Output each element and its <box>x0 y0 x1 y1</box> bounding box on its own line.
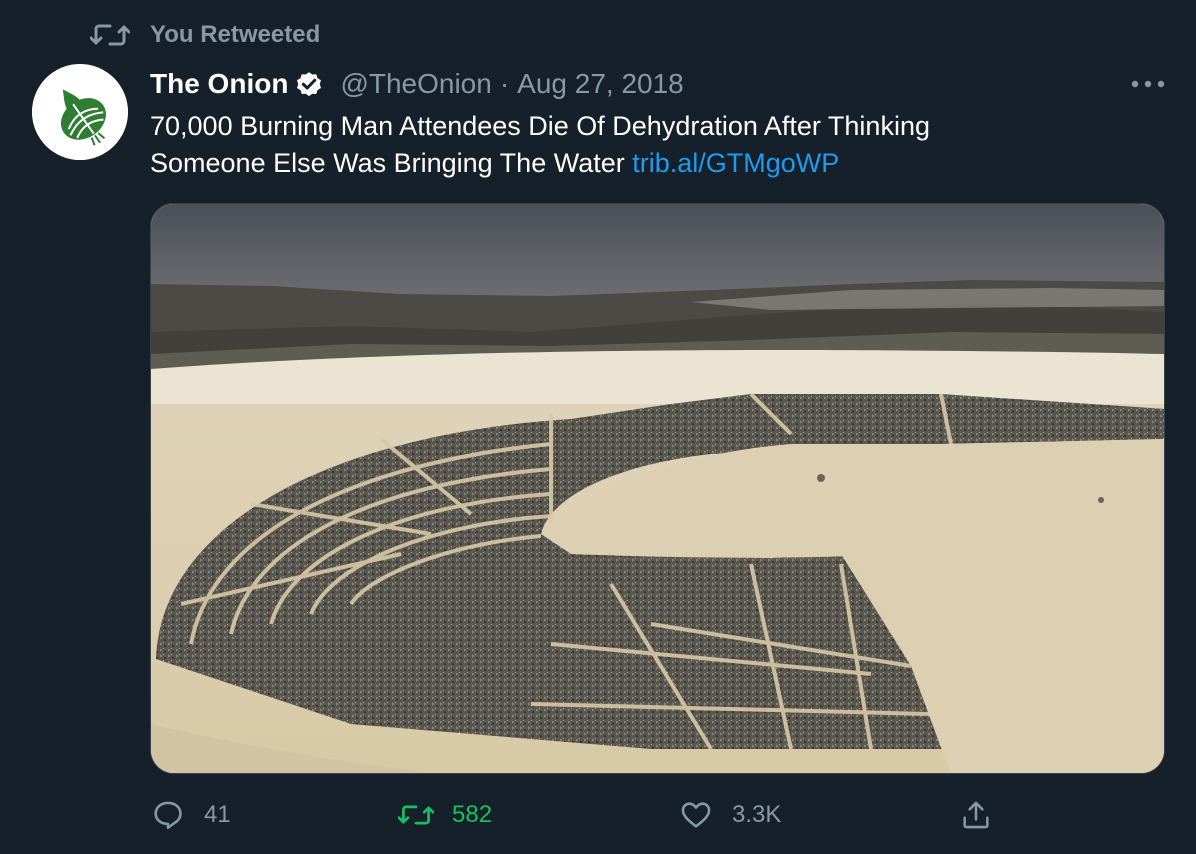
header-separator: · <box>499 68 510 99</box>
share-icon <box>958 797 994 833</box>
retweet-icon <box>398 797 434 833</box>
verified-badge-icon <box>294 69 324 99</box>
reply-count: 41 <box>204 801 231 828</box>
retweet-count: 582 <box>452 801 493 828</box>
heart-icon <box>678 797 714 833</box>
tweet-link[interactable]: trib.al/GTMgoWP <box>632 148 839 178</box>
more-options-icon[interactable] <box>1128 66 1168 102</box>
reply-button[interactable]: 41 <box>150 795 231 835</box>
author-avatar[interactable] <box>32 64 128 160</box>
author-handle[interactable]: @TheOnion <box>340 68 491 100</box>
tweet-header: The Onion @TheOnion · Aug 27, 2018 <box>150 64 684 104</box>
share-button[interactable] <box>958 795 994 835</box>
retweet-context-label: You Retweeted <box>150 21 321 48</box>
like-button[interactable]: 3.3K <box>678 795 781 835</box>
tweet-text-line-1: 70,000 Burning Man Attendees Die Of Dehy… <box>150 111 930 141</box>
retweet-context: You Retweeted <box>90 18 320 52</box>
tweet-media-photo[interactable] <box>150 203 1165 774</box>
reply-icon <box>150 797 186 833</box>
retweet-icon <box>90 18 130 52</box>
tweet-date[interactable]: Aug 27, 2018 <box>517 68 684 100</box>
author-display-name[interactable]: The Onion <box>150 68 288 100</box>
onion-logo-icon <box>32 64 128 160</box>
aerial-photo-burning-man <box>151 204 1164 773</box>
tweet-text: 70,000 Burning Man Attendees Die Of Dehy… <box>150 108 1150 182</box>
tweet-actions: 41 582 3.3K <box>150 795 1050 835</box>
tweet-text-line-2: Someone Else Was Bringing The Water <box>150 148 633 178</box>
like-count: 3.3K <box>732 801 782 828</box>
retweet-button[interactable]: 582 <box>398 795 492 835</box>
